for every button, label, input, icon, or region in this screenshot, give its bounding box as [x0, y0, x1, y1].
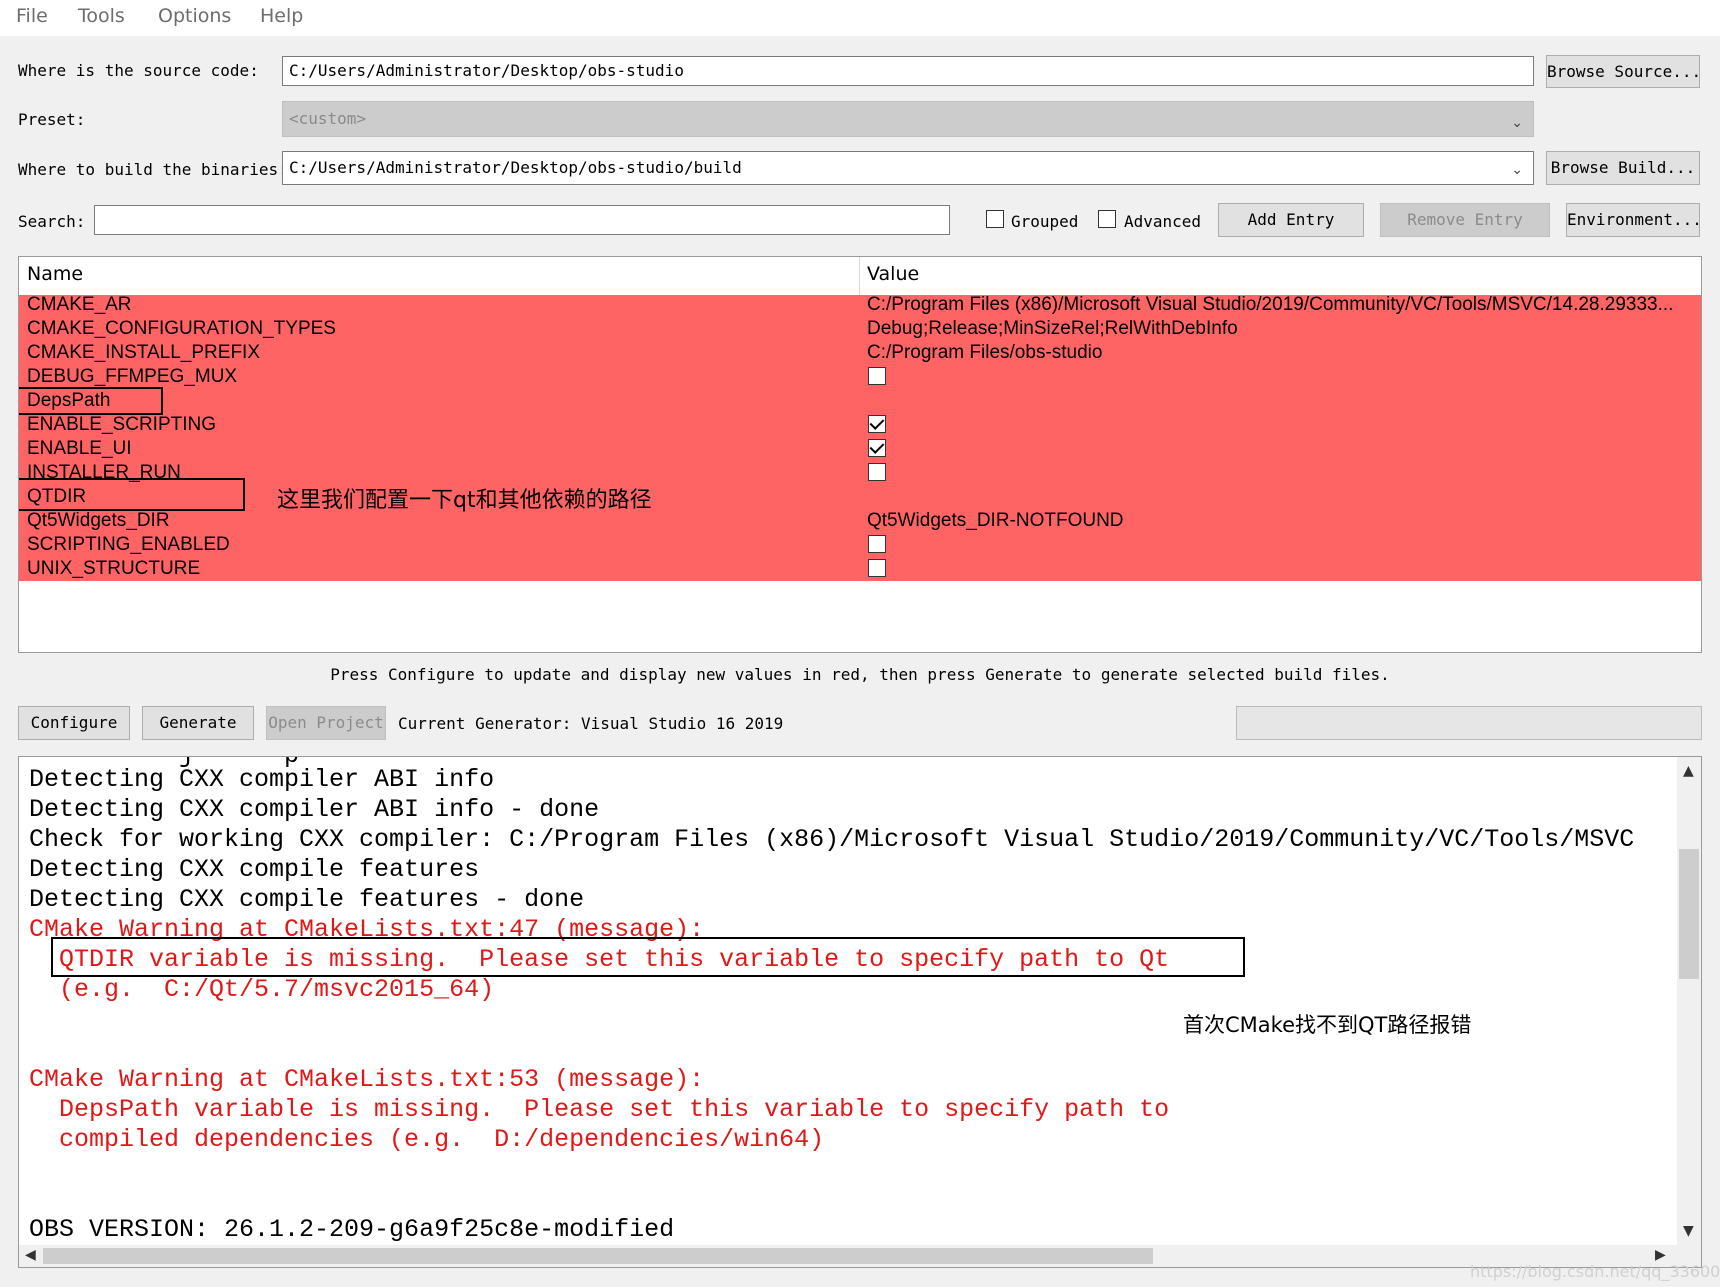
- configure-button[interactable]: Configure: [18, 706, 130, 740]
- value-checkbox[interactable]: [868, 463, 886, 481]
- cell-value[interactable]: C:/Program Files (x86)/Microsoft Visual …: [867, 293, 1697, 317]
- cell-name: SCRIPTING_ENABLED: [27, 534, 230, 555]
- chevron-down-icon: ⌄: [1511, 115, 1523, 131]
- build-label: Where to build the binaries:: [18, 160, 288, 179]
- log-line: OBS VERSION: 26.1.2-209-g6a9f25c8e-modif…: [29, 1215, 675, 1244]
- log-line: compiled dependencies (e.g. D:/dependenc…: [29, 1125, 825, 1154]
- log-line: Detecting CXX compile features: [29, 855, 480, 884]
- log-line: Detecting CXX compiler ABI info: [29, 765, 495, 794]
- cell-value[interactable]: Qt5Widgets_DIR-NOTFOUND: [867, 509, 1697, 533]
- grouped-checkbox[interactable]: [986, 210, 1004, 228]
- value-checkbox[interactable]: [868, 415, 886, 433]
- table-row[interactable]: UNIX_STRUCTURE: [19, 557, 1701, 581]
- current-generator-label: Current Generator: Visual Studio 16 2019: [398, 714, 784, 733]
- cell-name: CMAKE_INSTALL_PREFIX: [27, 342, 261, 363]
- cell-name: CMAKE_AR: [27, 294, 132, 315]
- depspath-highlight-box: [19, 387, 163, 415]
- table-row[interactable]: ENABLE_UI: [19, 437, 1701, 461]
- cell-value[interactable]: Debug;Release;MinSizeRel;RelWithDebInfo: [867, 317, 1697, 341]
- value-checkbox[interactable]: [868, 535, 886, 553]
- advanced-label: Advanced: [1124, 212, 1202, 231]
- table-row[interactable]: QTDIR: [19, 485, 1701, 509]
- browse-source-button[interactable]: Browse Source...: [1546, 55, 1700, 88]
- cell-name: CMAKE_CONFIGURATION_TYPES: [27, 318, 336, 339]
- vertical-scroll-thumb[interactable]: [1679, 849, 1699, 979]
- cell-name: Qt5Widgets_DIR: [27, 510, 170, 531]
- log-line: (e.g. C:/Qt/5.7/msvc2015_64): [29, 975, 495, 1004]
- cell-value[interactable]: C:/Program Files/obs-studio: [867, 341, 1697, 365]
- value-checkbox[interactable]: [868, 439, 886, 457]
- generate-button[interactable]: Generate: [142, 706, 254, 740]
- cache-table: Name Value CMAKE_AR C:/Program Files (x86…: [18, 256, 1702, 653]
- search-input[interactable]: [94, 205, 950, 235]
- table-row[interactable]: INSTALLER_RUN: [19, 461, 1701, 485]
- remove-entry-button[interactable]: Remove Entry: [1380, 203, 1550, 237]
- cell-name: UNIX_STRUCTURE: [27, 558, 201, 579]
- menu-help[interactable]: Help: [260, 5, 303, 27]
- log-horizontal-scrollbar[interactable]: ◀ ▶: [19, 1245, 1701, 1267]
- chevron-down-icon[interactable]: ⌄: [1511, 158, 1523, 182]
- preset-value: <custom>: [289, 109, 367, 128]
- advanced-checkbox[interactable]: [1098, 210, 1116, 228]
- cell-name: ENABLE_UI: [27, 438, 132, 459]
- scroll-left-arrow-icon[interactable]: ◀: [25, 1247, 36, 1263]
- environment-button[interactable]: Environment...: [1566, 203, 1700, 237]
- scroll-right-arrow-icon[interactable]: ▶: [1655, 1247, 1666, 1263]
- log-annotation: 首次CMake找不到QT路径报错: [1183, 1013, 1472, 1037]
- cell-name: DEBUG_FFMPEG_MUX: [27, 366, 238, 387]
- column-divider: [859, 257, 860, 295]
- source-path-input[interactable]: C:/Users/Administrator/Desktop/obs-studi…: [282, 56, 1534, 86]
- output-log[interactable]: j p Detecting CXX compiler ABI infoDetec…: [18, 756, 1702, 1268]
- scroll-down-arrow-icon[interactable]: ▼: [1683, 1223, 1694, 1239]
- hint-text: Press Configure to update and display ne…: [330, 665, 1390, 684]
- menu-file[interactable]: File: [16, 5, 48, 27]
- table-row[interactable]: CMAKE_AR C:/Program Files (x86)/Microsoft…: [19, 293, 1701, 317]
- qtdir-warning-highlight-box: [51, 937, 1245, 977]
- table-row[interactable]: CMAKE_CONFIGURATION_TYPES Debug;Release;M…: [19, 317, 1701, 341]
- log-line: CMake Warning at CMakeLists.txt:53 (mess…: [29, 1065, 705, 1094]
- table-row[interactable]: DEBUG_FFMPEG_MUX: [19, 365, 1701, 389]
- menu-bar: File Tools Options Help: [0, 0, 1720, 36]
- search-label: Search:: [18, 212, 86, 231]
- column-header-value[interactable]: Value: [867, 263, 919, 285]
- progress-bar: [1236, 706, 1702, 740]
- table-row[interactable]: Qt5Widgets_DIR Qt5Widgets_DIR-NOTFOUND: [19, 509, 1701, 533]
- browse-build-button[interactable]: Browse Build...: [1546, 151, 1700, 185]
- value-checkbox[interactable]: [868, 559, 886, 577]
- open-project-button[interactable]: Open Project: [266, 706, 386, 740]
- table-row[interactable]: ENABLE_SCRIPTING: [19, 413, 1701, 437]
- table-body: CMAKE_AR C:/Program Files (x86)/Microsoft…: [19, 293, 1701, 581]
- column-header-name[interactable]: Name: [27, 263, 83, 285]
- value-checkbox[interactable]: [868, 367, 886, 385]
- grouped-label: Grouped: [1011, 212, 1079, 231]
- build-path-combo[interactable]: C:/Users/Administrator/Desktop/obs-studi…: [282, 151, 1534, 185]
- log-line: DepsPath variable is missing. Please set…: [29, 1095, 1170, 1124]
- qtdir-annotation: 这里我们配置一下qt和其他依赖的路径: [277, 488, 652, 513]
- preset-select[interactable]: <custom> ⌄: [282, 101, 1534, 137]
- table-row[interactable]: CMAKE_INSTALL_PREFIX C:/Program Files/obs…: [19, 341, 1701, 365]
- watermark: https://blog.csdn.net/qq_3360024: [1470, 1262, 1720, 1281]
- scroll-up-arrow-icon[interactable]: ▲: [1683, 763, 1694, 779]
- log-vertical-scrollbar[interactable]: ▲ ▼: [1677, 757, 1701, 1247]
- source-label: Where is the source code:: [18, 61, 259, 80]
- menu-tools[interactable]: Tools: [78, 5, 125, 27]
- menu-options[interactable]: Options: [158, 5, 231, 27]
- qtdir-highlight-box: [19, 478, 245, 511]
- table-row[interactable]: DepsPath: [19, 389, 1701, 413]
- table-row[interactable]: SCRIPTING_ENABLED: [19, 533, 1701, 557]
- log-line: Check for working CXX compiler: C:/Progr…: [29, 825, 1635, 854]
- log-line: Detecting CXX compile features - done: [29, 885, 585, 914]
- preset-label: Preset:: [18, 110, 86, 129]
- horizontal-scroll-thumb[interactable]: [43, 1248, 1153, 1264]
- add-entry-button[interactable]: Add Entry: [1218, 203, 1364, 237]
- log-line: Detecting CXX compiler ABI info - done: [29, 795, 600, 824]
- build-path-value: C:/Users/Administrator/Desktop/obs-studi…: [289, 158, 742, 177]
- cell-name: ENABLE_SCRIPTING: [27, 414, 216, 435]
